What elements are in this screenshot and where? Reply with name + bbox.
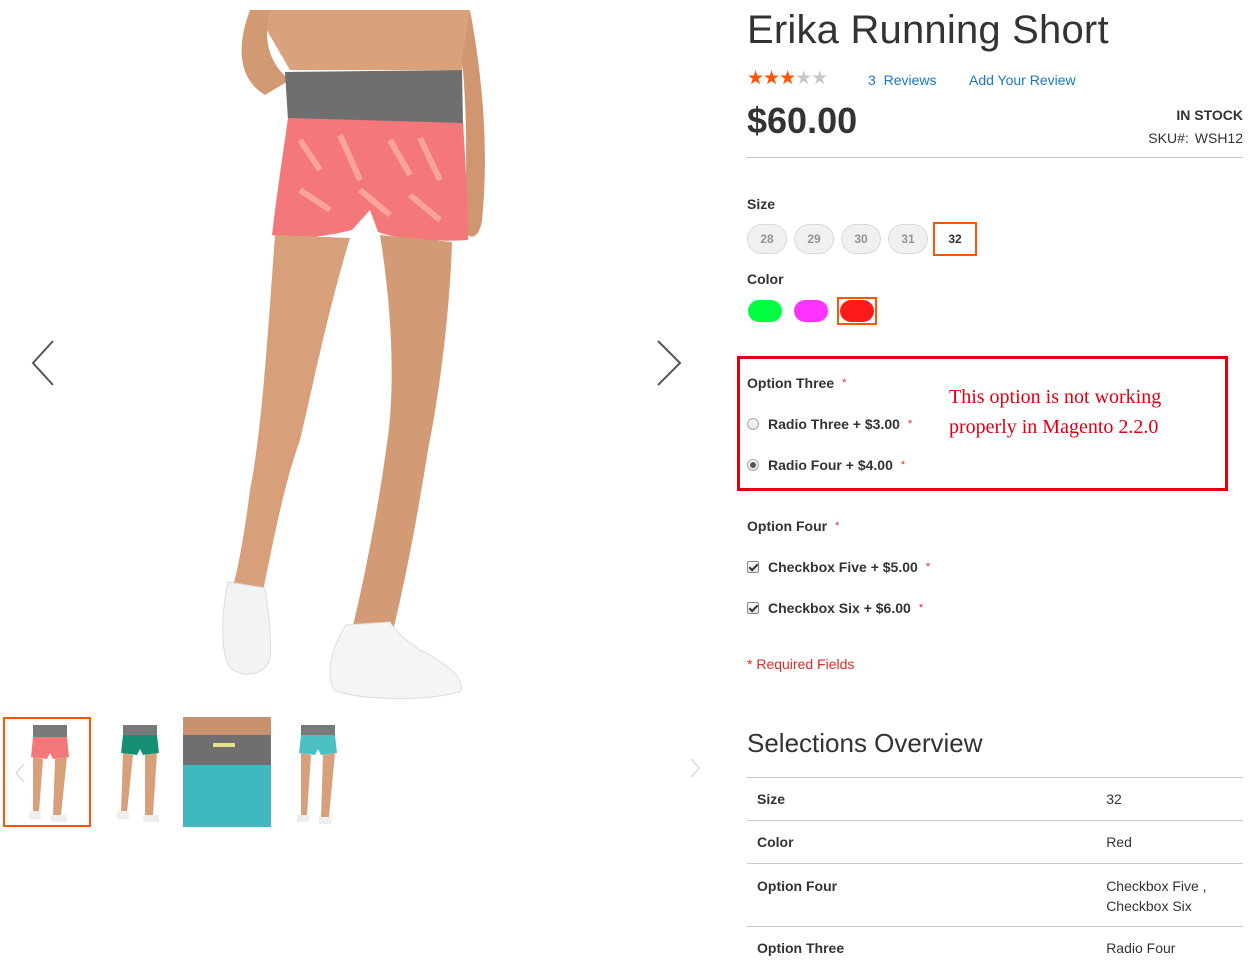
table-row: Color Red xyxy=(747,820,1243,864)
radio-four-input[interactable] xyxy=(747,459,759,471)
rating-stars: ★★★★★ ★★★★★ xyxy=(747,68,828,89)
rating-summary: ★★★★★ ★★★★★ xyxy=(747,68,828,89)
page-title: Erika Running Short xyxy=(747,8,1109,52)
color-label: Color xyxy=(747,271,784,287)
sku-value: WSH12 xyxy=(1194,130,1243,146)
thumbnail-image xyxy=(117,725,159,822)
chevron-right-icon xyxy=(690,758,701,778)
checkbox-six-option[interactable]: Checkbox Six + $6.00 * xyxy=(747,600,923,616)
main-product-image[interactable] xyxy=(0,10,710,710)
size-label: Size xyxy=(747,196,776,212)
product-gallery xyxy=(0,0,710,840)
thumbnail-1[interactable] xyxy=(3,717,91,827)
table-row: Option Four Checkbox Five , Checkbox Six xyxy=(747,863,1243,927)
checkbox-five-option[interactable]: Checkbox Five + $5.00 * xyxy=(747,559,930,575)
size-swatch-28[interactable]: 28 xyxy=(747,224,787,254)
size-swatch-30[interactable]: 30 xyxy=(841,224,881,254)
add-review-link[interactable]: Add Your Review xyxy=(969,72,1076,88)
required-mark: * xyxy=(925,561,931,573)
product-sku: SKU#: WSH12 xyxy=(1148,130,1243,146)
reviews-text: Reviews xyxy=(883,72,937,88)
size-swatch-32[interactable]: 32 xyxy=(933,222,977,256)
radio-three-input[interactable] xyxy=(747,418,759,430)
table-row: Size 32 xyxy=(747,777,1243,821)
option-three-label: Option Three * xyxy=(747,375,847,391)
gallery-prev-button[interactable] xyxy=(25,335,65,395)
required-mark: * xyxy=(842,377,847,389)
checkbox-five-input[interactable] xyxy=(747,561,759,573)
size-swatch-29[interactable]: 29 xyxy=(794,224,834,254)
thumbnail-next-button[interactable] xyxy=(688,757,702,779)
product-photo xyxy=(222,10,485,700)
color-swatch-magenta[interactable] xyxy=(793,298,829,324)
size-swatch-31[interactable]: 31 xyxy=(888,224,928,254)
selections-overview-title: Selections Overview xyxy=(747,728,983,758)
thumbnail-2[interactable] xyxy=(93,717,181,827)
annotation-text: This option is not working properly in M… xyxy=(949,386,1162,438)
required-fields-note: * Required Fields xyxy=(747,656,855,672)
reviews-link[interactable]: 3 Reviews xyxy=(868,72,936,88)
thumbnail-prev-button[interactable] xyxy=(13,762,27,784)
chevron-left-icon xyxy=(31,340,54,386)
radio-four-option[interactable]: Radio Four + $4.00 * xyxy=(747,457,905,473)
thumbnail-3[interactable] xyxy=(183,717,271,827)
thumbnail-image xyxy=(297,725,337,824)
checkbox-six-input[interactable] xyxy=(747,602,759,614)
color-swatch-green[interactable] xyxy=(747,298,783,324)
radio-three-option[interactable]: Radio Three + $3.00 * xyxy=(747,416,912,432)
thumbnail-4[interactable] xyxy=(273,717,361,827)
thumbnail-image xyxy=(183,717,271,827)
divider xyxy=(747,157,1243,158)
selections-table: Size 32 Color Red Option Four Checkbox F… xyxy=(747,777,1243,967)
table-row: Option Three Radio Four xyxy=(747,926,1243,967)
reviews-count: 3 xyxy=(868,72,876,88)
sku-label: SKU#: xyxy=(1148,130,1189,146)
option-four-label: Option Four * xyxy=(747,518,840,534)
chevron-right-icon xyxy=(657,340,682,386)
required-mark: * xyxy=(907,418,913,430)
required-mark: * xyxy=(835,520,840,532)
required-mark: * xyxy=(918,602,924,614)
chevron-left-icon xyxy=(14,763,25,783)
color-swatch-red[interactable] xyxy=(837,297,877,325)
product-price: $60.00 xyxy=(747,100,858,141)
required-mark: * xyxy=(900,459,906,471)
stock-status: In stock xyxy=(1176,107,1243,123)
gallery-next-button[interactable] xyxy=(650,335,690,395)
